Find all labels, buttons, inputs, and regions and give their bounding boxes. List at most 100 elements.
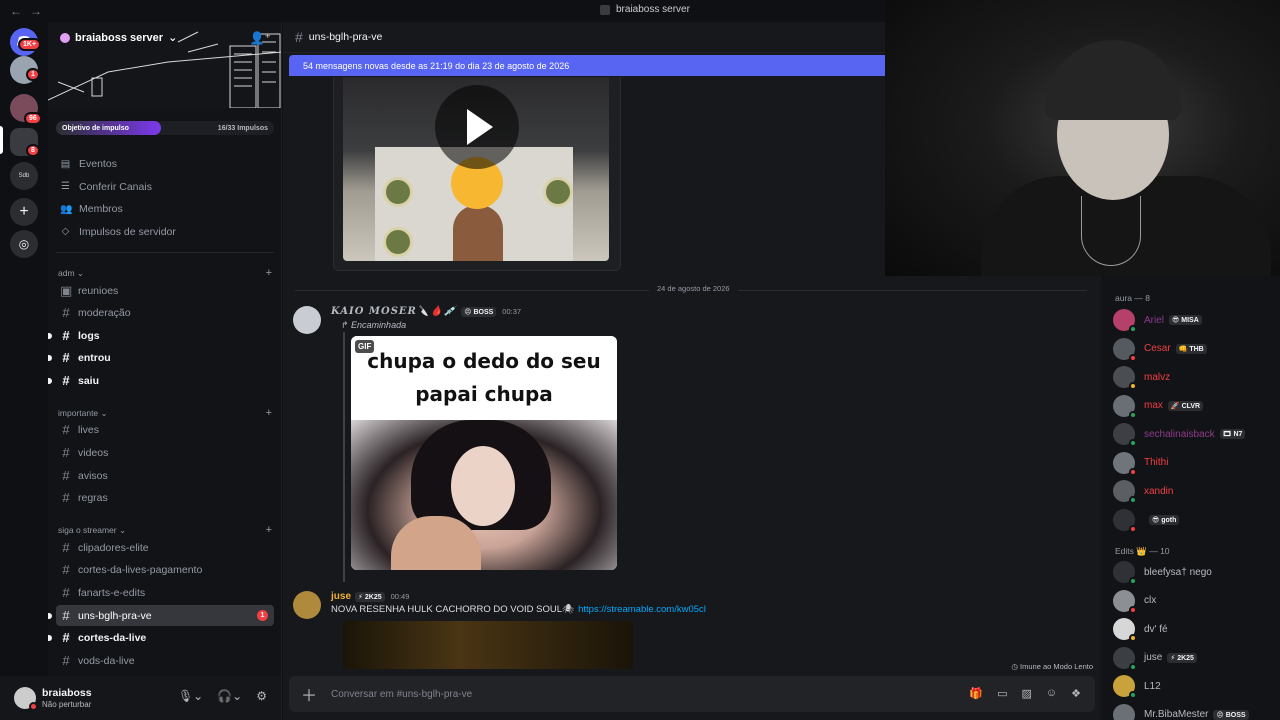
message-link[interactable]: https://streamable.com/kw05cl xyxy=(578,604,706,615)
channel-uns-bglh-pra-ve[interactable]: # uns-bglh-pra-ve 1 xyxy=(48,605,274,626)
unread-indicator xyxy=(48,333,52,339)
member-name: clx xyxy=(1144,595,1157,606)
composer-tools: 🎁 ▭ ▨ ☺ ❖ xyxy=(969,687,1081,700)
video-thumbnail[interactable] xyxy=(343,77,609,261)
category-importante[interactable]: importante ⌄ + xyxy=(58,407,272,419)
channel-avisos[interactable]: # avisos xyxy=(56,465,274,486)
member-item[interactable]: xandin xyxy=(1113,479,1278,504)
add-channel-icon[interactable]: + xyxy=(266,524,272,536)
avatar[interactable] xyxy=(293,591,321,619)
channel-logs[interactable]: # logs xyxy=(48,325,274,346)
channel-regras[interactable]: # regras xyxy=(56,487,274,508)
category-siga-o-streamer[interactable]: siga o streamer ⌄ + xyxy=(58,524,272,536)
avatar xyxy=(1113,366,1137,390)
channel-moderacao[interactable]: # moderação xyxy=(56,302,274,323)
member-item[interactable]: Cesar 👊 THB xyxy=(1113,337,1278,362)
member-item[interactable]: L12 xyxy=(1113,674,1278,699)
member-group-header: Edits 👑 — 10 xyxy=(1115,546,1170,556)
user-info[interactable]: braiaboss Não perturbar xyxy=(42,687,92,709)
channel-label: uns-bglh-pra-ve xyxy=(78,609,152,622)
server-folder[interactable]: Sdb xyxy=(10,162,38,190)
emoji-icon[interactable]: ☺ xyxy=(1046,687,1057,700)
menu-item-events[interactable]: ▤ Eventos xyxy=(56,153,274,176)
boost-goal-bar[interactable]: Objetivo de impulso 16/33 Impulsos xyxy=(56,121,274,135)
member-item[interactable]: malvz xyxy=(1113,365,1278,390)
gif-embed[interactable]: chupa o dedo do seu papai chupa GIF xyxy=(351,336,617,570)
add-channel-icon[interactable]: + xyxy=(266,267,272,279)
category-label: adm xyxy=(58,267,75,278)
member-item[interactable]: bleefysa† nego xyxy=(1113,560,1278,585)
sticker-icon[interactable]: ▨ xyxy=(1021,687,1031,700)
server-tag[interactable]: ⚡ 2K25 xyxy=(355,591,385,602)
invite-people-icon[interactable]: 👤⁺ xyxy=(250,31,271,45)
channel-label: clipadores-elite xyxy=(78,541,149,554)
message-time: 00:37 xyxy=(502,307,522,316)
member-item[interactable]: clx xyxy=(1113,589,1278,614)
link-preview-image[interactable] xyxy=(343,621,633,669)
play-icon[interactable] xyxy=(435,85,519,169)
new-messages-bar[interactable]: 54 mensagens novas desde as 21:19 do dia… xyxy=(289,55,891,76)
status-icon xyxy=(1129,353,1137,362)
member-item[interactable]: Thithi xyxy=(1113,451,1278,476)
member-name: Cesar xyxy=(1144,343,1171,354)
server-name: braiaboss server xyxy=(75,31,164,44)
channel-clipadores-elite[interactable]: # clipadores-elite xyxy=(56,537,274,558)
gear-icon[interactable]: ⚙ xyxy=(256,689,267,703)
microphone-icon[interactable]: 🎙⌄ xyxy=(178,689,203,703)
add-attachment-icon[interactable]: ＋ xyxy=(301,682,317,706)
gif-icon[interactable]: ▭ xyxy=(997,687,1007,700)
server-tag[interactable]: 😠 BOSS xyxy=(461,306,497,317)
headphones-icon[interactable]: 🎧⌄ xyxy=(217,689,242,703)
discover-icon[interactable]: ◎ xyxy=(10,230,38,258)
message-input[interactable] xyxy=(331,688,932,700)
server-icon xyxy=(600,4,610,15)
avatar xyxy=(1113,646,1137,671)
channel-cortes-da-lives-pagamento[interactable]: # cortes-da-lives-pagamento xyxy=(56,559,274,580)
channel-entrou[interactable]: # entrou xyxy=(48,347,274,368)
server-menu: ▤ Eventos ☰ Conferir Canais 👥 Membros ◇ Impu… xyxy=(56,153,274,243)
server-banner[interactable]: braiaboss server ⌄ 👤⁺ xyxy=(48,22,281,108)
menu-item-label: Impulsos de servidor xyxy=(79,225,176,238)
menu-item-members[interactable]: 👥 Membros xyxy=(56,198,274,221)
channel-lives[interactable]: # lives xyxy=(56,419,274,440)
member-item[interactable]: Mr.BibaMester 😠 BOSS xyxy=(1113,703,1278,720)
nav-arrows[interactable]: ←→ xyxy=(10,4,50,18)
member-item[interactable]: dv' fé xyxy=(1113,617,1278,642)
avatar[interactable] xyxy=(293,306,321,334)
status-icon xyxy=(1129,496,1137,504)
server-name-button[interactable]: braiaboss server ⌄ xyxy=(60,31,177,44)
message-author[interactable]: juse xyxy=(331,591,351,602)
member-item[interactable]: sechalinaisback 🎞 N7 xyxy=(1113,422,1278,447)
avatar xyxy=(1113,618,1137,642)
police-emblem-image xyxy=(383,177,413,207)
member-item[interactable]: Ariel 😎 MISA xyxy=(1113,308,1278,333)
avatar xyxy=(1113,394,1137,419)
channel-vods-da-live[interactable]: # vods-da-live xyxy=(56,650,274,671)
gift-icon[interactable]: 🎁 xyxy=(969,687,983,700)
webcam-overlay xyxy=(885,0,1280,276)
video-embed xyxy=(333,77,621,271)
add-server-icon[interactable]: + xyxy=(10,198,38,226)
channel-videos[interactable]: # videos xyxy=(56,442,274,463)
channel-label: saiu xyxy=(78,374,100,387)
menu-item-browse-channels[interactable]: ☰ Conferir Canais xyxy=(56,176,274,199)
channel-saiu[interactable]: # saiu xyxy=(48,370,274,391)
member-item[interactable]: juse ⚡ 2K25 xyxy=(1113,646,1278,671)
add-channel-icon[interactable]: + xyxy=(266,407,272,419)
channel-cortes-da-live[interactable]: # cortes-da-live xyxy=(48,627,274,648)
channel-label: lives xyxy=(78,423,100,436)
avatar xyxy=(1113,480,1137,504)
member-item[interactable]: max 🚀 CLVR xyxy=(1113,394,1278,419)
channel-reunioes[interactable]: ▣ reunioes xyxy=(56,280,274,301)
hash-icon: # xyxy=(295,29,303,45)
member-name: juse xyxy=(1144,652,1163,663)
channel-fanarts-e-edits[interactable]: # fanarts-e-edits xyxy=(56,582,274,603)
hash-icon: # xyxy=(62,350,70,365)
message-author[interactable]: KAIO MOSER🔪🩸💉 xyxy=(331,306,457,317)
member-item[interactable]: 😎 goth xyxy=(1113,508,1278,533)
avatar[interactable] xyxy=(14,687,38,711)
category-adm[interactable]: adm ⌄ + xyxy=(58,267,272,279)
status-icon xyxy=(1129,662,1137,671)
apps-icon[interactable]: ❖ xyxy=(1071,687,1081,700)
menu-item-server-boosts[interactable]: ◇ Impulsos de servidor xyxy=(56,221,274,244)
